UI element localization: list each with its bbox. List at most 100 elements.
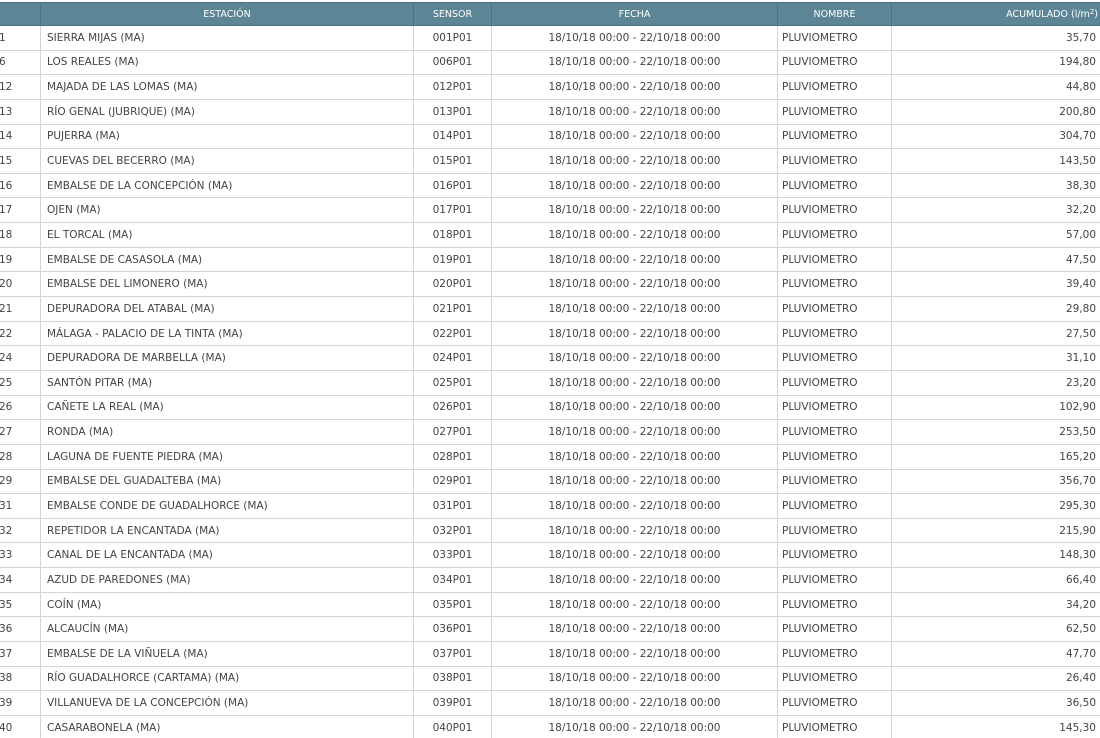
table-row: 21 DEPURADORA DEL ATABAL (MA) 021P01 18/10/… <box>0 296 1100 322</box>
cell-sensor: 006P01 <box>413 49 492 76</box>
cell-date-range: 18/10/18 00:00 - 22/10/18 00:00 <box>491 296 778 322</box>
cell-station-name: DEPURADORA DEL ATABAL (MA) <box>40 296 414 322</box>
cell-station-name: RÍO GENAL (JUBRIQUE) (MA) <box>40 98 414 125</box>
cell-accumulated: 145,30 <box>891 714 1100 738</box>
cell-accumulated: 27,50 <box>891 320 1100 347</box>
cell-station-name: CAÑETE LA REAL (MA) <box>40 394 414 421</box>
column-header-estacion[interactable]: ESTACIÓN <box>40 2 414 26</box>
table-row: 27 RONDA (MA) 027P01 18/10/18 00:00 - 22/10… <box>0 419 1100 445</box>
cell-sensor: 019P01 <box>413 246 492 273</box>
table-row: 31 EMBALSE CONDE DE GUADALHORCE (MA) 031P0… <box>0 493 1100 519</box>
cell-accumulated: 304,70 <box>891 123 1100 150</box>
cell-date-range: 18/10/18 00:00 - 22/10/18 00:00 <box>491 49 778 76</box>
cell-station-id: 22 <box>0 320 41 347</box>
cell-station-name: MAJADA DE LAS LOMAS (MA) <box>40 74 414 100</box>
cell-sensor-type: PLUVIOMETRO <box>777 394 892 421</box>
cell-date-range: 18/10/18 00:00 - 22/10/18 00:00 <box>491 542 778 569</box>
cell-station-id: 15 <box>0 148 41 174</box>
cell-accumulated: 295,30 <box>891 493 1100 519</box>
cell-sensor-type: PLUVIOMETRO <box>777 714 892 738</box>
cell-accumulated: 62,50 <box>891 616 1100 643</box>
cell-station-name: PUJERRA (MA) <box>40 123 414 150</box>
cell-accumulated: 39,40 <box>891 271 1100 298</box>
cell-sensor-type: PLUVIOMETRO <box>777 690 892 716</box>
column-header-nombre[interactable]: NOMBRE <box>777 2 892 26</box>
cell-accumulated: 215,90 <box>891 517 1100 544</box>
cell-date-range: 18/10/18 00:00 - 22/10/18 00:00 <box>491 394 778 421</box>
cell-date-range: 18/10/18 00:00 - 22/10/18 00:00 <box>491 148 778 174</box>
cell-sensor: 012P01 <box>413 74 492 100</box>
cell-sensor: 039P01 <box>413 690 492 716</box>
cell-sensor-type: PLUVIOMETRO <box>777 98 892 125</box>
cell-station-id: 34 <box>0 567 41 593</box>
cell-station-name: EMBALSE DE LA CONCEPCIÓN (MA) <box>40 172 414 199</box>
cell-sensor-type: PLUVIOMETRO <box>777 345 892 371</box>
cell-station-name: EMBALSE DEL GUADALTEBA (MA) <box>40 468 414 495</box>
cell-station-name: DEPURADORA DE MARBELLA (MA) <box>40 345 414 371</box>
table-row: 39 VILLANUEVA DE LA CONCEPCIÓN (MA) 039P01… <box>0 690 1100 716</box>
cell-sensor-type: PLUVIOMETRO <box>777 616 892 643</box>
cell-station-id: 12 <box>0 74 41 100</box>
table-row: 34 AZUD DE PAREDONES (MA) 034P01 18/10/18 0… <box>0 567 1100 593</box>
cell-station-name: EMBALSE DE CASASOLA (MA) <box>40 246 414 273</box>
cell-station-id: 40 <box>0 714 41 738</box>
cell-station-id: 6 <box>0 49 41 76</box>
rainfall-table: ESTACIÓN SENSOR FECHA NOMBRE ACUMULADO (… <box>0 2 1100 738</box>
cell-station-id: 13 <box>0 98 41 125</box>
cell-sensor: 015P01 <box>413 148 492 174</box>
cell-sensor: 018P01 <box>413 222 492 248</box>
cell-station-name: EL TORCAL (MA) <box>40 222 414 248</box>
cell-date-range: 18/10/18 00:00 - 22/10/18 00:00 <box>491 320 778 347</box>
cell-sensor-type: PLUVIOMETRO <box>777 443 892 470</box>
cell-date-range: 18/10/18 00:00 - 22/10/18 00:00 <box>491 443 778 470</box>
column-header-id[interactable] <box>0 2 41 26</box>
cell-station-name: SANTÓN PITAR (MA) <box>40 369 414 396</box>
cell-sensor: 032P01 <box>413 517 492 544</box>
cell-station-id: 27 <box>0 419 41 445</box>
cell-accumulated: 35,70 <box>891 25 1100 51</box>
cell-station-name: CASARABONELA (MA) <box>40 714 414 738</box>
cell-accumulated: 38,30 <box>891 172 1100 199</box>
cell-sensor-type: PLUVIOMETRO <box>777 25 892 51</box>
cell-date-range: 18/10/18 00:00 - 22/10/18 00:00 <box>491 665 778 692</box>
cell-accumulated: 194,80 <box>891 49 1100 76</box>
cell-station-id: 19 <box>0 246 41 273</box>
column-header-sensor[interactable]: SENSOR <box>413 2 492 26</box>
cell-sensor-type: PLUVIOMETRO <box>777 517 892 544</box>
cell-station-id: 24 <box>0 345 41 371</box>
cell-station-name: RÍO GUADALHORCE (CARTAMA) (MA) <box>40 665 414 692</box>
table-row: 29 EMBALSE DEL GUADALTEBA (MA) 029P01 18/10… <box>0 468 1100 495</box>
table-row: 25 SANTÓN PITAR (MA) 025P01 18/10/18 00:00 … <box>0 369 1100 396</box>
acumulado-label: ACUMULADO (l/m <box>1006 8 1090 20</box>
cell-sensor: 040P01 <box>413 714 492 738</box>
cell-date-range: 18/10/18 00:00 - 22/10/18 00:00 <box>491 98 778 125</box>
cell-date-range: 18/10/18 00:00 - 22/10/18 00:00 <box>491 271 778 298</box>
table-row: 17 OJEN (MA) 017P01 18/10/18 00:00 - 22/10/… <box>0 197 1100 224</box>
cell-station-id: 29 <box>0 468 41 495</box>
cell-sensor-type: PLUVIOMETRO <box>777 197 892 224</box>
cell-sensor-type: PLUVIOMETRO <box>777 665 892 692</box>
cell-sensor-type: PLUVIOMETRO <box>777 246 892 273</box>
cell-sensor-type: PLUVIOMETRO <box>777 271 892 298</box>
cell-date-range: 18/10/18 00:00 - 22/10/18 00:00 <box>491 246 778 273</box>
cell-date-range: 18/10/18 00:00 - 22/10/18 00:00 <box>491 222 778 248</box>
cell-station-name: VILLANUEVA DE LA CONCEPCIÓN (MA) <box>40 690 414 716</box>
cell-date-range: 18/10/18 00:00 - 22/10/18 00:00 <box>491 419 778 445</box>
cell-accumulated: 34,20 <box>891 591 1100 618</box>
cell-accumulated: 26,40 <box>891 665 1100 692</box>
cell-station-id: 36 <box>0 616 41 643</box>
cell-sensor: 037P01 <box>413 641 492 667</box>
table-row: 36 ALCAUCÍN (MA) 036P01 18/10/18 00:00 - 22… <box>0 616 1100 643</box>
cell-date-range: 18/10/18 00:00 - 22/10/18 00:00 <box>491 345 778 371</box>
cell-station-name: ALCAUCÍN (MA) <box>40 616 414 643</box>
cell-station-name: CANAL DE LA ENCANTADA (MA) <box>40 542 414 569</box>
table-row: 18 EL TORCAL (MA) 018P01 18/10/18 00:00 - 2… <box>0 222 1100 248</box>
cell-date-range: 18/10/18 00:00 - 22/10/18 00:00 <box>491 517 778 544</box>
table-row: 16 EMBALSE DE LA CONCEPCIÓN (MA) 016P01 18/… <box>0 172 1100 199</box>
column-header-acumulado[interactable]: ACUMULADO (l/m2) <box>891 2 1100 26</box>
cell-station-id: 17 <box>0 197 41 224</box>
cell-sensor: 021P01 <box>413 296 492 322</box>
cell-station-id: 31 <box>0 493 41 519</box>
column-header-fecha[interactable]: FECHA <box>491 2 778 26</box>
cell-sensor-type: PLUVIOMETRO <box>777 74 892 100</box>
